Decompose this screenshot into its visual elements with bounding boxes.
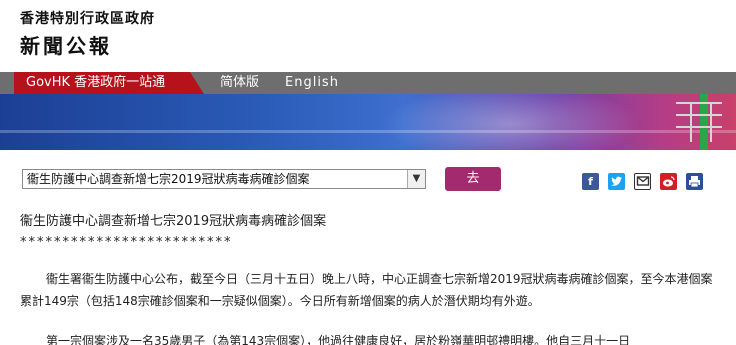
banner-stripe [0,130,736,133]
site-header: 香港特別行政區政府 新聞公報 [0,0,736,70]
headline-separator: ************************* [20,235,233,250]
banner-glow [380,94,640,150]
govhk-tab-notch [190,72,204,94]
banner-grid-decoration [676,102,722,142]
page-title[interactable]: 新聞公報 [20,30,112,59]
press-release-selector-row: 衞生防護中心調查新增七宗2019冠狀病毒病確診個案 ▼ 去 f [0,160,736,200]
go-button[interactable]: 去 [445,167,501,191]
article-paragraph: 衞生署衞生防護中心公布，截至今日（三月十五日）晚上八時，中心正調查七宗新增201… [20,272,713,308]
govhk-link[interactable]: GovHK 香港政府一站通 [14,72,204,94]
email-icon[interactable] [634,173,651,190]
press-release-body: 衞生防護中心調查新增七宗2019冠狀病毒病確診個案 **************… [20,210,720,345]
english-link[interactable]: English [285,72,339,94]
select-value: 衞生防護中心調查新增七宗2019冠狀病毒病確診個案 [27,172,310,186]
article-paragraph: 第一宗個案涉及一名35歲男子（為第143宗個案），他過往健康良好，居於粉嶺華明邨… [46,334,631,345]
government-name: 香港特別行政區政府 [20,11,155,27]
facebook-icon[interactable]: f [582,173,599,190]
header-banner [0,94,736,150]
simplified-chinese-link[interactable]: 简体版 [220,72,259,94]
article-headline: 衞生防護中心調查新增七宗2019冠狀病毒病確診個案 [20,214,327,229]
chevron-down-icon[interactable]: ▼ [407,170,425,188]
print-icon[interactable] [686,173,703,190]
press-release-select[interactable]: 衞生防護中心調查新增七宗2019冠狀病毒病確診個案 ▼ [22,169,426,189]
twitter-icon[interactable] [608,173,625,190]
weibo-icon[interactable] [660,173,677,190]
